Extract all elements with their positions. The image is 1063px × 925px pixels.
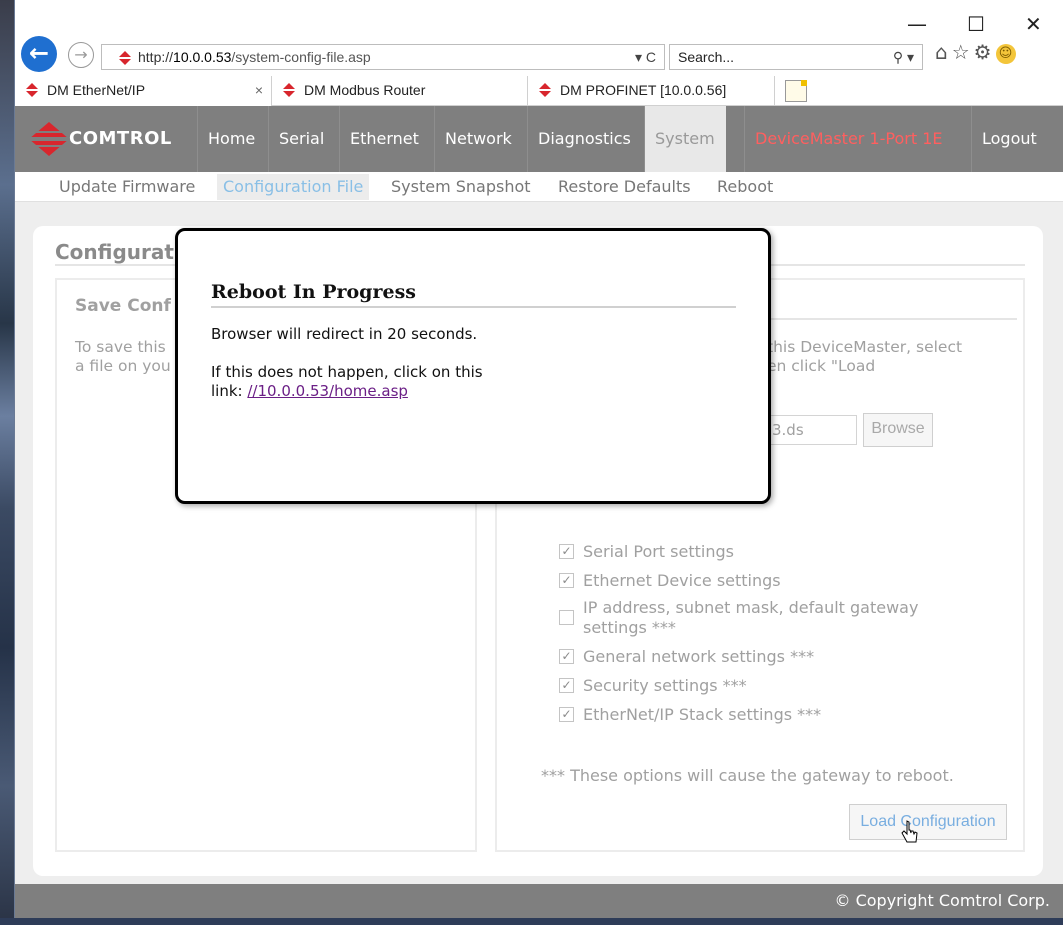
- tab-ethernet-ip[interactable]: DM EtherNet/IP ×: [15, 76, 272, 106]
- nav-diagnostics[interactable]: Diagnostics: [527, 106, 641, 172]
- load-options-list: ✓ Serial Port settings ✓ Ethernet Device…: [559, 542, 999, 724]
- fallback-link-line: link: //10.0.0.53/home.asp: [211, 382, 408, 401]
- subnav-restore-defaults[interactable]: Restore Defaults: [552, 174, 697, 200]
- device-name: DeviceMaster 1-Port 1E: [744, 106, 953, 172]
- back-button[interactable]: ←: [21, 36, 57, 72]
- save-box-title: Save Conf: [75, 296, 171, 316]
- site-footer: © Copyright Comtrol Corp.: [15, 884, 1063, 918]
- tab-profinet[interactable]: DM PROFINET [10.0.0.56]: [528, 76, 775, 106]
- tab-modbus-router[interactable]: DM Modbus Router: [272, 76, 528, 106]
- checkbox-checked[interactable]: ✓: [559, 544, 574, 559]
- save-box-text-2: a file on you: [75, 357, 171, 375]
- nav-network[interactable]: Network: [434, 106, 522, 172]
- gear-icon[interactable]: ⚙: [974, 40, 996, 64]
- reboot-modal: Reboot In Progress Browser will redirect…: [175, 228, 771, 504]
- checkbox-checked[interactable]: ✓: [559, 649, 574, 664]
- nav-system[interactable]: System: [644, 106, 726, 172]
- checkbox-checked[interactable]: ✓: [559, 678, 574, 693]
- browse-button[interactable]: Browse: [863, 413, 933, 447]
- checkbox-checked[interactable]: ✓: [559, 573, 574, 588]
- link-prefix: link:: [211, 382, 248, 400]
- url-prefix: http://: [138, 49, 174, 65]
- smiley-feedback-icon[interactable]: ☺: [995, 43, 1016, 64]
- search-icon[interactable]: ⚲ ▾: [893, 45, 914, 69]
- address-bar[interactable]: http://10.0.0.53/system-config-file.asp …: [101, 44, 665, 70]
- tab-label: DM Modbus Router: [304, 82, 426, 98]
- close-button[interactable]: ✕: [1025, 12, 1042, 36]
- url-path: /system-config-file.asp: [231, 49, 371, 65]
- nav-serial[interactable]: Serial: [268, 106, 334, 172]
- home-icon[interactable]: ⌂: [935, 40, 952, 64]
- desktop-background: [0, 0, 14, 925]
- comtrol-favicon-icon: [25, 83, 39, 97]
- refresh-icon[interactable]: ▾ C: [635, 45, 656, 69]
- option-label: IP address, subnet mask, default gateway…: [583, 598, 919, 637]
- load-box-text-1: this DeviceMaster, select: [767, 338, 963, 356]
- option-label: Ethernet Device settings: [583, 571, 781, 590]
- mouse-cursor-icon: [901, 820, 918, 843]
- comtrol-favicon-icon: [282, 83, 296, 97]
- subnav-system-snapshot[interactable]: System Snapshot: [385, 174, 537, 200]
- tab-strip: DM EtherNet/IP × DM Modbus Router DM PRO…: [15, 76, 1063, 106]
- fallback-message: If this does not happen, click on this: [211, 363, 483, 381]
- option-label: General network settings ***: [583, 647, 815, 666]
- new-tab-button[interactable]: [785, 80, 807, 102]
- logo-text: Comtrol: [69, 128, 172, 149]
- modal-divider: [211, 306, 736, 308]
- search-placeholder: Search...: [678, 49, 735, 65]
- tab-label: DM PROFINET [10.0.0.56]: [560, 82, 727, 98]
- checkbox-checked[interactable]: ✓: [559, 707, 574, 722]
- maximize-button[interactable]: ☐: [967, 12, 985, 36]
- load-box-text-2: en click "Load: [767, 357, 876, 375]
- modal-title: Reboot In Progress: [211, 281, 416, 303]
- comtrol-logo-icon: [29, 122, 69, 156]
- load-box-divider: [767, 318, 1017, 320]
- checkbox-unchecked[interactable]: [559, 610, 574, 625]
- tab-close-icon[interactable]: ×: [255, 76, 263, 104]
- load-configuration-button[interactable]: Load Configuration: [849, 804, 1007, 840]
- comtrol-favicon-icon: [538, 83, 552, 97]
- star-icon[interactable]: ☆: [952, 40, 974, 64]
- url-host: 10.0.0.53: [173, 49, 232, 65]
- forward-button[interactable]: →: [68, 42, 94, 68]
- tab-label: DM EtherNet/IP: [47, 82, 146, 98]
- browser-window: — ☐ ✕ ← → http://10.0.0.53/system-config…: [14, 0, 1063, 918]
- comtrol-favicon-icon: [118, 51, 132, 65]
- subnav-update-firmware[interactable]: Update Firmware: [53, 174, 201, 200]
- option-label: Serial Port settings: [583, 542, 734, 561]
- option-label: EtherNet/IP Stack settings ***: [583, 705, 822, 724]
- toolbar-icons: ⌂☆⚙ ☺: [935, 40, 1016, 64]
- arrow-left-icon: ←: [28, 39, 50, 67]
- nav-ethernet[interactable]: Ethernet: [339, 106, 429, 172]
- arrow-right-icon: →: [74, 45, 88, 64]
- option-label: Security settings ***: [583, 676, 747, 695]
- subnav-reboot[interactable]: Reboot: [711, 174, 779, 200]
- reboot-note: *** These options will cause the gateway…: [541, 766, 954, 785]
- redirect-message: Browser will redirect in 20 seconds.: [211, 325, 478, 343]
- system-subnav: Update Firmware Configuration File Syste…: [15, 172, 1063, 202]
- logout-button[interactable]: Logout: [971, 106, 1047, 172]
- save-box-text-1: To save this: [75, 338, 166, 356]
- page-title: Configurat: [55, 240, 174, 264]
- subnav-configuration-file[interactable]: Configuration File: [217, 174, 370, 200]
- search-input[interactable]: Search... ⚲ ▾: [669, 44, 923, 70]
- copyright-text: © Copyright Comtrol Corp.: [834, 891, 1051, 910]
- minimize-button[interactable]: —: [907, 12, 927, 36]
- site-header: Comtrol Home Serial Ethernet Network Dia…: [15, 106, 1063, 172]
- nav-home[interactable]: Home: [197, 106, 265, 172]
- home-link[interactable]: //10.0.0.53/home.asp: [247, 382, 408, 400]
- taskbar-strip: [0, 918, 1063, 925]
- config-file-input[interactable]: 3.ds: [765, 415, 857, 445]
